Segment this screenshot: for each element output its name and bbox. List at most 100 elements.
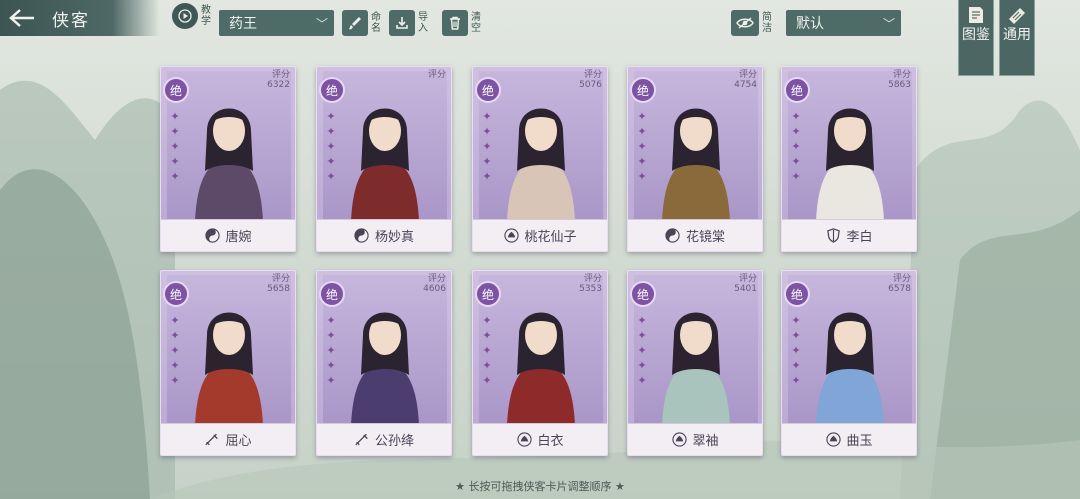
taiji-icon [665,228,681,244]
rank-badge: 绝 [163,281,189,307]
score-label: 评分 [738,70,757,80]
hero-card[interactable]: 绝 ✦ ✦ ✦ ✦ ✦ 评分 4606 公孙绛 [316,270,452,456]
back-button[interactable]: 侠客 [0,0,160,36]
score-value: 6322 [267,80,290,90]
score-value: 4754 [734,80,757,90]
page-title: 侠客 [52,10,90,31]
rank-badge: 绝 [163,77,189,103]
rank-badge: 绝 [630,77,656,103]
score-value: 5401 [734,284,757,294]
tutorial-button[interactable]: 教学 [172,3,213,29]
rank-badge: 绝 [475,77,501,103]
star-rating: ✦ ✦ ✦ ✦ ✦ [170,110,180,183]
score-label: 评分 [427,70,446,80]
lotus-icon [825,432,841,448]
score-block: 评分 [428,70,446,80]
play-icon [172,3,198,29]
sword-icon [204,432,220,448]
hero-card[interactable]: 绝 ✦ ✦ ✦ ✦ ✦ 评分 5076 桃花仙子 [472,66,608,252]
star-rating: ✦ ✦ ✦ ✦ ✦ [791,110,801,183]
common-label: 通用 [1003,27,1031,43]
hero-name: 桃花仙子 [524,230,577,245]
codex-label: 图鉴 [962,27,990,43]
hero-card[interactable]: 绝 ✦ ✦ ✦ ✦ ✦ 评分 5401 翠袖 [627,270,763,456]
score-block: 评分 5076 [579,70,602,90]
lotus-icon [503,228,519,244]
hero-name: 公孙绛 [374,434,414,449]
star-rating: ✦ ✦ ✦ ✦ ✦ [170,314,180,387]
hero-card[interactable]: 绝 ✦ ✦ ✦ ✦ ✦ 评分 4754 花镜棠 [627,66,763,252]
import-label: 导入 [418,12,428,34]
score-block: 评分 6578 [888,274,911,294]
hero-name: 白衣 [537,434,564,449]
import-button[interactable]: 导入 [389,10,430,36]
simple-label: 简洁 [762,12,772,34]
sort-dropdown[interactable]: 默认 ﹀ [786,10,901,36]
drag-hint: ★ 长按可拖拽侠客卡片调整顺序 ★ [455,480,625,493]
common-button[interactable]: 通用 [999,0,1035,76]
score-value: 5658 [267,284,290,294]
rank-badge: 绝 [784,77,810,103]
filter-dropdown[interactable]: 药王 ﹀ [219,10,334,36]
taiji-icon [354,228,370,244]
hero-card[interactable]: 绝 ✦ ✦ ✦ ✦ ✦ 评分 5353 白衣 [472,270,608,456]
tutorial-label: 教学 [201,5,211,27]
score-block: 评分 4606 [423,274,446,294]
score-value: 5076 [579,80,602,90]
rank-badge: 绝 [319,281,345,307]
hero-name: 杨妙真 [374,230,414,245]
hero-name: 屈心 [225,434,252,449]
score-value: 5863 [888,80,911,90]
hero-name: 花镜棠 [685,230,725,245]
score-label: 评分 [892,70,911,80]
chevron-down-icon: ﹀ [315,16,328,31]
rename-button[interactable]: 命名 [342,10,383,36]
back-arrow-icon [0,0,44,36]
hero-card[interactable]: 绝 ✦ ✦ ✦ ✦ ✦ 评分 6578 曲玉 [781,270,917,456]
hero-name-bar: 屈心 [161,423,295,455]
hero-name-bar: 唐婉 [161,219,295,251]
hero-name: 曲玉 [846,434,873,449]
score-value: 5353 [579,284,602,294]
lotus-icon [671,432,687,448]
star-rating: ✦ ✦ ✦ ✦ ✦ [637,314,647,387]
score-label: 评分 [583,274,602,284]
score-label: 评分 [427,274,446,284]
score-block: 评分 6322 [267,70,290,90]
chevron-down-icon: ﹀ [882,16,895,31]
score-label: 评分 [583,70,602,80]
shield-icon [825,228,841,244]
score-block: 评分 5353 [579,274,602,294]
hero-name-bar: 公孙绛 [317,423,451,455]
hero-name-bar: 杨妙真 [317,219,451,251]
score-label: 评分 [271,70,290,80]
filter-value: 药王 [229,16,257,32]
hero-card[interactable]: 绝 ✦ ✦ ✦ ✦ ✦ 评分 5658 屈心 [160,270,296,456]
rank-badge: 绝 [784,281,810,307]
sort-value: 默认 [796,16,824,32]
score-value: 6578 [888,284,911,294]
score-label: 评分 [271,274,290,284]
clear-button[interactable]: 清空 [442,10,483,36]
hero-name-bar: 白衣 [473,423,607,455]
score-block: 评分 5658 [267,274,290,294]
hero-card[interactable]: 绝 ✦ ✦ ✦ ✦ ✦ 评分 6322 唐婉 [160,66,296,252]
hero-name: 李白 [846,230,873,245]
hero-name: 唐婉 [225,230,252,245]
simple-mode-toggle[interactable]: 简洁 [731,10,774,36]
codex-button[interactable]: 图鉴 [958,0,994,76]
hero-card[interactable]: 绝 ✦ ✦ ✦ ✦ ✦ 评分 杨妙真 [316,66,452,252]
score-block: 评分 5863 [888,70,911,90]
clear-label: 清空 [471,12,481,34]
sword-icon [354,432,370,448]
brush-icon [342,10,368,36]
rank-badge: 绝 [630,281,656,307]
scroll-icon [1009,8,1025,24]
eye-hidden-icon [731,10,759,36]
hero-name-bar: 曲玉 [782,423,916,455]
import-icon [389,10,415,36]
trash-icon [442,10,468,36]
score-block: 评分 4754 [734,70,757,90]
hero-card[interactable]: 绝 ✦ ✦ ✦ ✦ ✦ 评分 5863 李白 [781,66,917,252]
hero-name-bar: 翠袖 [628,423,762,455]
